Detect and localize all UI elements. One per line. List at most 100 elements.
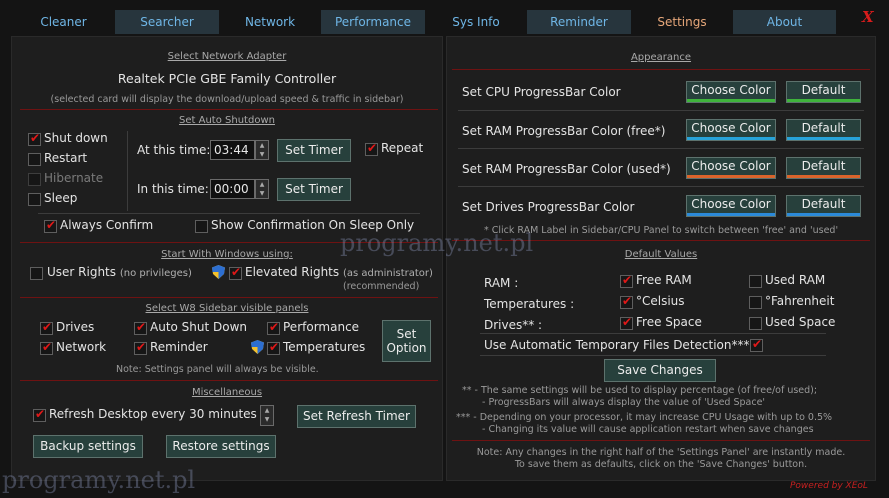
- refresh-label: Refresh Desktop every 30 minutes: [49, 407, 257, 421]
- free-space-label: Free Space: [636, 315, 702, 329]
- drives-label: Drives: [56, 320, 95, 334]
- note-1b: - ProgressBars will always display the v…: [482, 397, 766, 408]
- cpu-color-label: Set CPU ProgressBar Color: [462, 85, 621, 99]
- divider: [452, 69, 870, 70]
- elevated-rights-label: Elevated Rights (as administrator): [245, 265, 433, 279]
- network-note: (selected card will display the download…: [50, 94, 404, 105]
- restart-checkbox[interactable]: [28, 153, 41, 166]
- fahrenheit-label: °Fahrenheit: [765, 294, 835, 308]
- performance-label: Performance: [283, 320, 360, 334]
- used-ram-checkbox[interactable]: [749, 275, 762, 288]
- in-time-stepper[interactable]: ▲ ▼: [255, 179, 269, 199]
- ram-used-choose-color-button[interactable]: Choose Color: [686, 157, 776, 179]
- restore-settings-button[interactable]: Restore settings: [166, 435, 276, 458]
- tab-network[interactable]: Network: [219, 10, 321, 34]
- cpu-choose-color-button[interactable]: Choose Color: [686, 81, 776, 103]
- at-time-stepper[interactable]: ▲ ▼: [255, 140, 269, 160]
- network-adapter-select[interactable]: Realtek PCIe GBE Family Controller: [11, 71, 443, 86]
- refresh-stepper[interactable]: ▲ ▼: [260, 405, 274, 426]
- cpu-default-swatch: [787, 99, 860, 102]
- tab-about[interactable]: About: [733, 10, 836, 34]
- drives-color-swatch: [687, 213, 775, 216]
- tab-searcher[interactable]: Searcher: [115, 10, 219, 34]
- set-option-button[interactable]: Set Option: [382, 320, 431, 362]
- backup-settings-button[interactable]: Backup settings: [33, 435, 143, 458]
- ram-free-color-swatch: [687, 137, 775, 140]
- close-icon[interactable]: X: [862, 8, 874, 26]
- at-time-input[interactable]: 03:44: [210, 140, 255, 160]
- shutdown-heading: Set Auto Shutdown: [179, 115, 275, 126]
- elevated-rights-checkbox[interactable]: [229, 265, 242, 280]
- note-2b: - Changing its value will cause applicat…: [482, 424, 814, 435]
- elevated-note: (as administrator): [342, 268, 433, 279]
- network-checkbox[interactable]: [40, 340, 53, 355]
- drives-default-button[interactable]: Default: [786, 195, 861, 217]
- sidebar-heading: Select W8 Sidebar visible panels: [145, 303, 309, 314]
- drives-choose-color-button[interactable]: Choose Color: [686, 195, 776, 217]
- repeat-checkbox[interactable]: [365, 141, 378, 156]
- set-timer-button-2[interactable]: Set Timer: [277, 178, 351, 201]
- ram-free-default-swatch: [787, 137, 860, 140]
- ram-free-color-label: Set RAM ProgressBar Color (free*): [462, 124, 666, 138]
- divider: [20, 109, 438, 110]
- ram-used-default-swatch: [787, 175, 860, 178]
- used-ram-label: Used RAM: [765, 273, 826, 287]
- user-rights-note: (no privileges): [119, 268, 192, 279]
- set-timer-button[interactable]: Set Timer: [277, 139, 351, 162]
- footer-powered-by: Powered by XEoL: [790, 481, 868, 491]
- celsius-checkbox[interactable]: [620, 294, 633, 309]
- in-time-input[interactable]: 00:00: [210, 179, 255, 199]
- sleep-checkbox[interactable]: [28, 193, 41, 206]
- user-rights-checkbox[interactable]: [30, 267, 43, 280]
- reminder-checkbox[interactable]: [134, 340, 147, 355]
- free-ram-label: Free RAM: [636, 273, 692, 287]
- free-ram-checkbox[interactable]: [620, 273, 633, 288]
- divider: [20, 297, 438, 298]
- ram-free-choose-color-button[interactable]: Choose Color: [686, 119, 776, 141]
- auto-temp-checkbox[interactable]: [750, 337, 763, 352]
- used-space-label: Used Space: [765, 315, 836, 329]
- always-confirm-checkbox[interactable]: [44, 218, 57, 233]
- note-3a: Note: Any changes in the right half of t…: [476, 447, 846, 458]
- used-space-checkbox[interactable]: [749, 317, 762, 330]
- tab-cleaner[interactable]: Cleaner: [12, 10, 115, 34]
- ram-used-default-button[interactable]: Default: [786, 157, 861, 179]
- fahrenheit-checkbox[interactable]: [749, 296, 762, 309]
- divider: [452, 440, 870, 441]
- cpu-default-button[interactable]: Default: [786, 81, 861, 103]
- divider: [458, 186, 864, 187]
- tab-reminder[interactable]: Reminder: [527, 10, 631, 34]
- tab-settings[interactable]: Settings: [631, 10, 733, 34]
- ram-used-color-label: Set RAM ProgressBar Color (used*): [462, 162, 671, 176]
- refresh-checkbox[interactable]: [33, 407, 46, 422]
- drives-checkbox[interactable]: [40, 320, 53, 335]
- at-time-label: At this time:: [137, 143, 211, 157]
- network-heading: Select Network Adapter: [167, 51, 287, 62]
- temperatures-label: Temperatures: [283, 340, 366, 354]
- drives-color-label: Set Drives ProgressBar Color: [462, 200, 635, 214]
- divider: [20, 380, 438, 381]
- auto-shut-down-checkbox[interactable]: [134, 320, 147, 335]
- auto-temp-label: Use Automatic Temporary Files Detection*…: [484, 338, 750, 352]
- divider: [458, 148, 864, 149]
- divider: [480, 333, 826, 334]
- shield-icon: [251, 340, 264, 354]
- tab-sys-info[interactable]: Sys Info: [425, 10, 527, 34]
- save-changes-button[interactable]: Save Changes: [604, 359, 716, 382]
- note-1a: ** - The same settings will be used to d…: [462, 385, 818, 396]
- shutdown-checkbox[interactable]: [28, 131, 41, 146]
- tab-performance[interactable]: Performance: [321, 10, 425, 34]
- set-refresh-timer-button[interactable]: Set Refresh Timer: [297, 405, 416, 428]
- misc-heading: Miscellaneous: [191, 387, 263, 398]
- drives-default-label: Drives** :: [484, 318, 543, 332]
- watermark-bottom: programy.net.pl: [2, 466, 196, 494]
- free-space-checkbox[interactable]: [620, 315, 633, 330]
- divider: [38, 213, 420, 214]
- ram-free-default-button[interactable]: Default: [786, 119, 861, 141]
- repeat-label: Repeat: [381, 141, 424, 155]
- divider: [480, 355, 826, 356]
- temperatures-checkbox[interactable]: [267, 340, 280, 355]
- recommended-note: (recommended): [343, 281, 420, 292]
- performance-checkbox[interactable]: [267, 320, 280, 335]
- confirm-sleep-checkbox[interactable]: [195, 220, 208, 233]
